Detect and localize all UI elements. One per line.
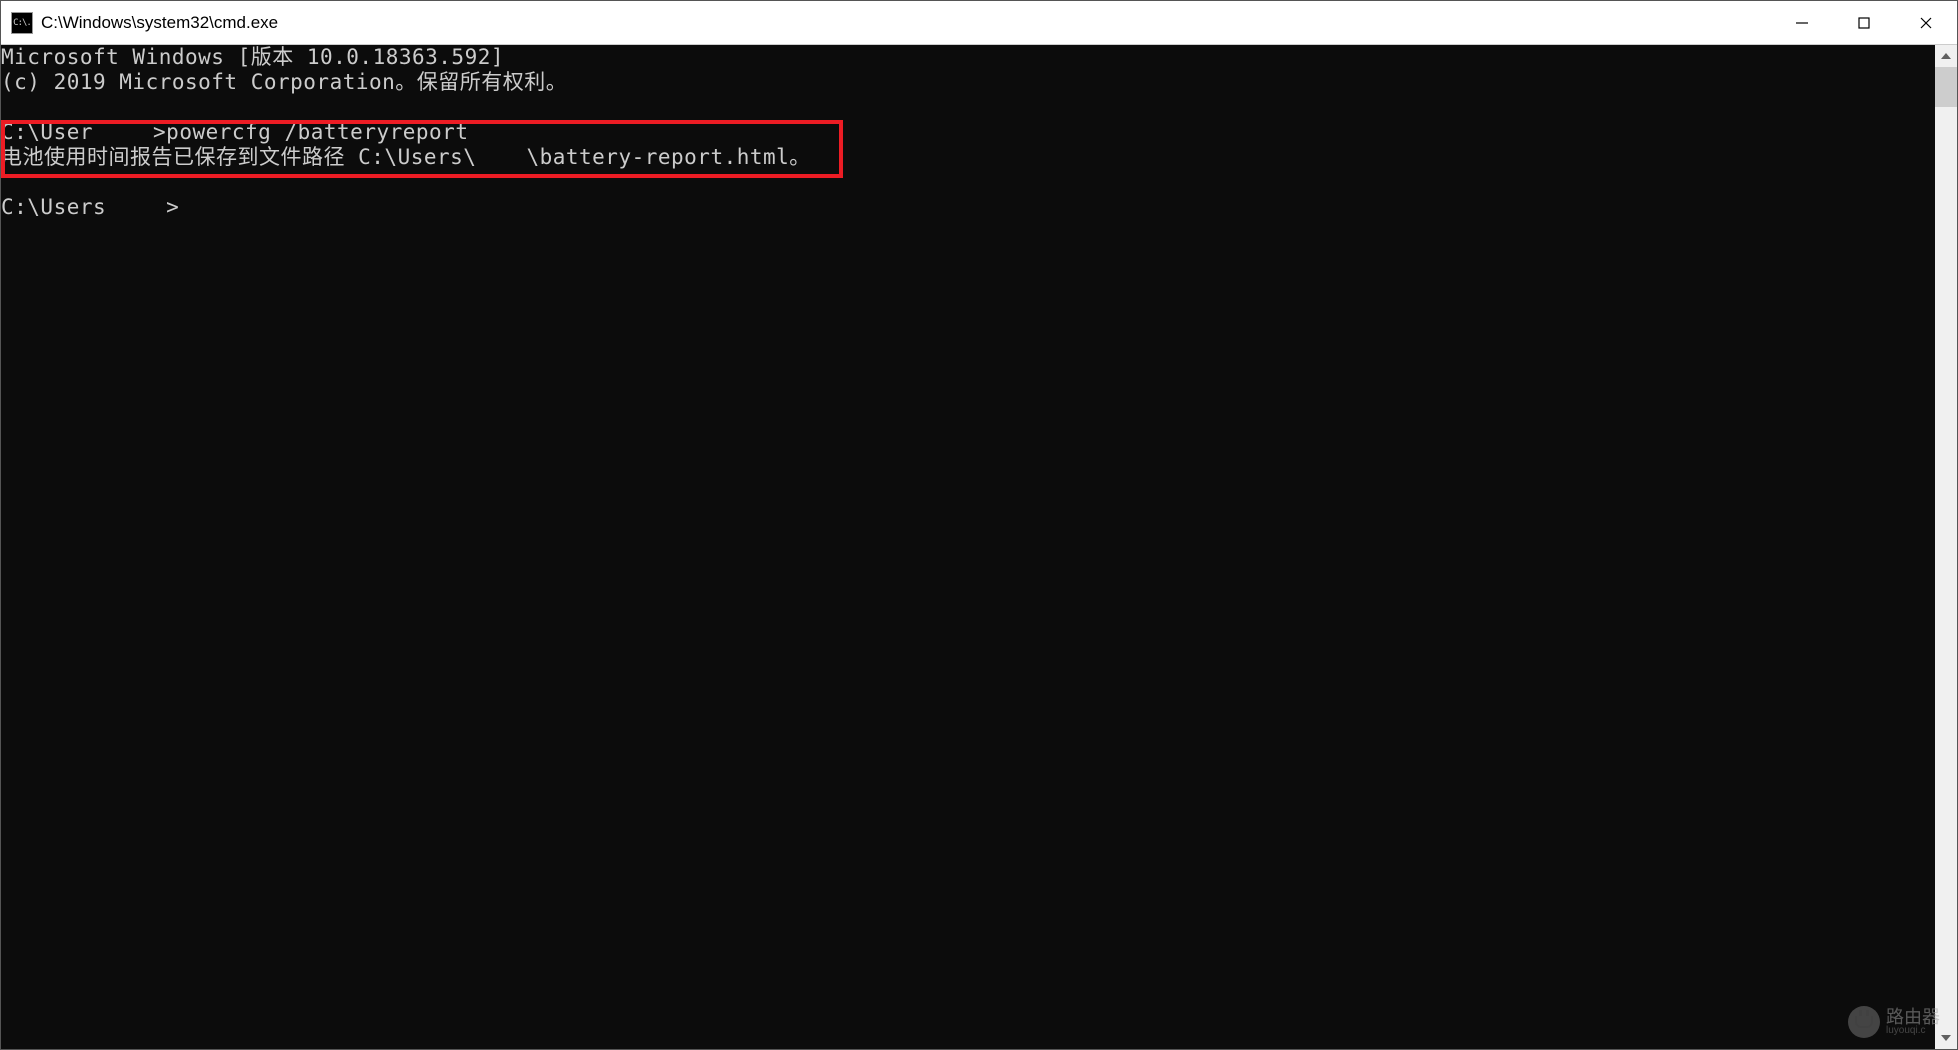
command-line-1: C:\User >powercfg /batteryreport	[1, 120, 1935, 145]
prompt-path-2: C:\Users	[1, 195, 106, 219]
cmd-icon-label: C:\.	[13, 18, 31, 28]
scrollbar-up-button[interactable]	[1935, 45, 1957, 67]
output-line-1: 电池使用时间报告已保存到文件路径 C:\Users\ \battery-repo…	[1, 145, 1935, 170]
version-line: Microsoft Windows [版本 10.0.18363.592]	[1, 45, 1935, 70]
maximize-icon	[1857, 16, 1871, 30]
entered-command: powercfg /batteryreport	[166, 120, 468, 144]
cmd-icon: C:\.	[11, 12, 33, 34]
minimize-icon	[1795, 16, 1809, 30]
watermark-sub: luyouqi.c	[1886, 1026, 1940, 1036]
watermark-text-group: 路由器 luyouqi.c	[1886, 1008, 1940, 1036]
redacted-user-2	[476, 145, 526, 170]
watermark: 路由器 luyouqi.c	[1848, 1006, 1940, 1038]
scrollbar-thumb[interactable]	[1935, 67, 1957, 107]
terminal-output[interactable]: Microsoft Windows [版本 10.0.18363.592](c)…	[1, 45, 1935, 1049]
copyright-line: (c) 2019 Microsoft Corporation。保留所有权利。	[1, 70, 1935, 95]
output-prefix: 电池使用时间报告已保存到文件路径 C:\Users\	[1, 145, 476, 169]
redacted-user-1	[93, 120, 153, 145]
close-icon	[1919, 16, 1933, 30]
chevron-down-icon	[1941, 1035, 1951, 1041]
vertical-scrollbar[interactable]	[1935, 45, 1957, 1049]
minimize-button[interactable]	[1771, 1, 1833, 44]
cmd-window: C:\. C:\Windows\system32\cmd.exe Microso…	[0, 0, 1958, 1050]
titlebar[interactable]: C:\. C:\Windows\system32\cmd.exe	[1, 1, 1957, 45]
prompt-path-1: C:\User	[1, 120, 93, 144]
blank-line-2	[1, 170, 1935, 195]
chevron-up-icon	[1941, 53, 1951, 59]
redacted-user-3	[106, 195, 166, 220]
blank-line	[1, 95, 1935, 120]
content-area: Microsoft Windows [版本 10.0.18363.592](c)…	[1, 45, 1957, 1049]
window-controls	[1771, 1, 1957, 44]
close-button[interactable]	[1895, 1, 1957, 44]
prompt-delim-2: >	[166, 195, 179, 219]
router-icon	[1848, 1006, 1880, 1038]
window-title: C:\Windows\system32\cmd.exe	[41, 13, 1771, 33]
watermark-main: 路由器	[1886, 1008, 1940, 1026]
output-suffix: \battery-report.html。	[526, 145, 810, 169]
maximize-button[interactable]	[1833, 1, 1895, 44]
prompt-delim-1: >	[153, 120, 166, 144]
command-line-2: C:\Users >	[1, 195, 1935, 220]
